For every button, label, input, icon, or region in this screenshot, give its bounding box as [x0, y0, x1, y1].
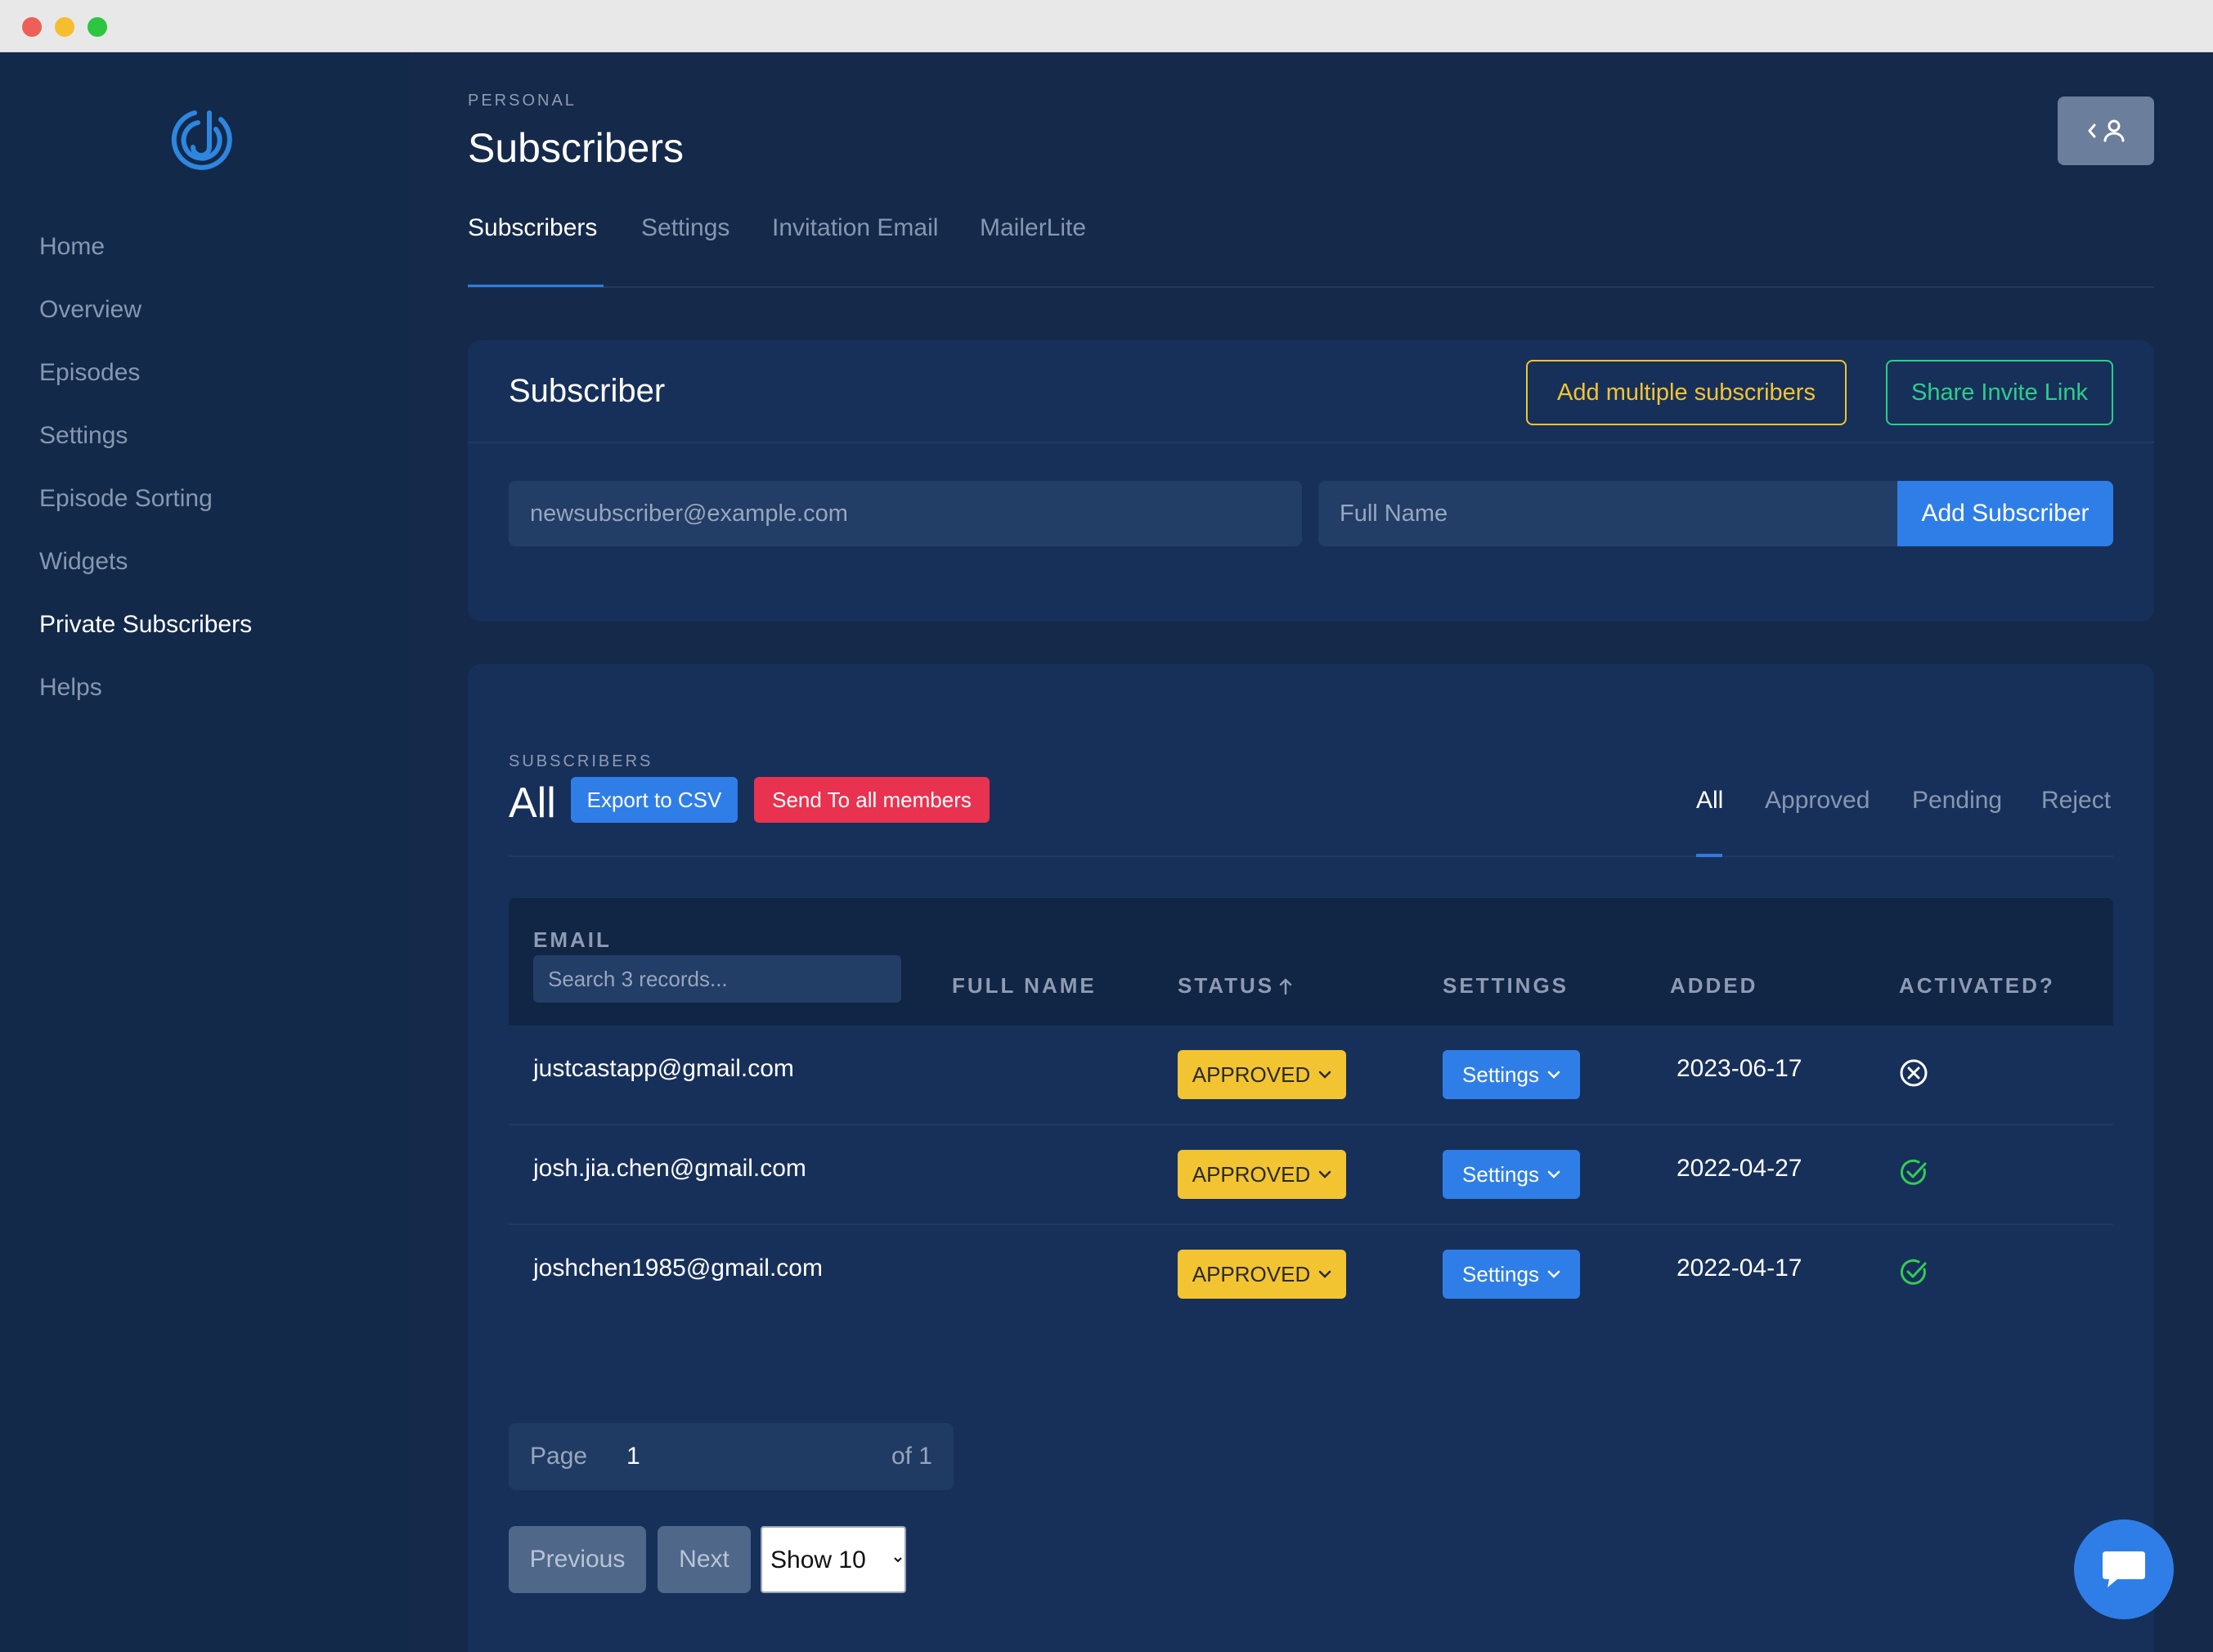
row-settings-dropdown[interactable]: Settings: [1443, 1150, 1580, 1199]
column-status-label: STATUS: [1178, 973, 1275, 998]
share-invite-link-button[interactable]: Share Invite Link: [1886, 360, 2113, 425]
active-filter-indicator: [1696, 854, 1722, 857]
previous-page-button[interactable]: Previous: [509, 1526, 646, 1593]
minimize-window-button[interactable]: [55, 17, 74, 37]
row-settings-dropdown[interactable]: Settings: [1443, 1050, 1580, 1099]
table-row: josh.jia.chen@gmail.com APPROVED Setting…: [509, 1125, 2113, 1225]
close-window-button[interactable]: [22, 17, 42, 37]
page-label: Page: [530, 1443, 588, 1470]
sidebar-item-overview[interactable]: Overview: [39, 296, 141, 324]
row-email: joshchen1985@gmail.com: [533, 1255, 823, 1282]
full-name-input[interactable]: [1318, 481, 1897, 546]
chat-bubble-icon: [2103, 1551, 2145, 1587]
status-label: APPROVED: [1192, 1261, 1311, 1286]
sidebar: Home Overview Episodes Settings Episode …: [0, 52, 409, 1652]
export-csv-button[interactable]: Export to CSV: [571, 777, 738, 823]
page-eyebrow: PERSONAL: [468, 92, 577, 110]
add-subscriber-button[interactable]: Add Subscriber: [1897, 481, 2113, 546]
maximize-window-button[interactable]: [88, 17, 107, 37]
chevron-down-icon: [1547, 1170, 1560, 1178]
next-page-button[interactable]: Next: [658, 1526, 751, 1593]
row-added-date: 2023-06-17: [1677, 1055, 1802, 1082]
sort-ascending-icon: [1279, 978, 1292, 994]
window-titlebar: [0, 0, 2213, 52]
settings-label: Settings: [1462, 1161, 1539, 1187]
filter-all[interactable]: All: [1696, 787, 1723, 815]
not-activated-icon: [1900, 1059, 1928, 1087]
table-row: justcastapp@gmail.com APPROVED Settings …: [509, 1026, 2113, 1125]
page-size-select[interactable]: Show 10: [761, 1526, 906, 1593]
user-menu-button[interactable]: [2058, 97, 2154, 165]
list-eyebrow: SUBSCRIBERS: [509, 752, 653, 770]
sidebar-item-home[interactable]: Home: [39, 233, 105, 261]
filter-pending[interactable]: Pending: [1912, 787, 2002, 815]
main-content: PERSONAL Subscribers Subscribers Setting…: [409, 52, 2213, 1652]
subscribers-list-card: SUBSCRIBERS All Export to CSV Send To al…: [468, 664, 2154, 1652]
page-number-input[interactable]: 1: [626, 1443, 640, 1470]
settings-label: Settings: [1462, 1261, 1539, 1286]
tab-subscribers[interactable]: Subscribers: [468, 214, 597, 242]
table-header: EMAIL FULL NAME STATUS SETTINGS ADDED AC…: [509, 898, 2113, 1026]
column-activated: ACTIVATED?: [1899, 973, 2055, 998]
activated-check-icon: [1900, 1159, 1927, 1185]
chevron-down-icon: [1319, 1270, 1331, 1278]
page-indicator: Page 1 of 1: [509, 1423, 954, 1490]
list-title: All: [509, 779, 556, 827]
filter-approved[interactable]: Approved: [1765, 787, 1870, 815]
filter-reject[interactable]: Reject: [2041, 787, 2111, 815]
column-settings: SETTINGS: [1443, 973, 1569, 998]
row-settings-dropdown[interactable]: Settings: [1443, 1250, 1580, 1299]
column-added[interactable]: ADDED: [1670, 973, 1757, 999]
add-subscriber-card: Subscriber Add multiple subscribers Shar…: [468, 340, 2154, 622]
row-email: justcastapp@gmail.com: [533, 1055, 794, 1082]
status-label: APPROVED: [1192, 1062, 1311, 1087]
filters-divider: [509, 855, 2113, 857]
active-tab-indicator: [468, 285, 604, 287]
status-dropdown[interactable]: APPROVED: [1178, 1250, 1346, 1299]
search-input[interactable]: [533, 955, 901, 1003]
row-added-date: 2022-04-17: [1677, 1255, 1802, 1282]
add-multiple-subscribers-button[interactable]: Add multiple subscribers: [1526, 360, 1847, 425]
app-logo[interactable]: [162, 101, 244, 183]
chevron-down-icon: [1319, 1071, 1331, 1079]
status-dropdown[interactable]: APPROVED: [1178, 1050, 1346, 1099]
chevron-down-icon: [1319, 1170, 1331, 1178]
activated-check-icon: [1900, 1259, 1927, 1285]
status-dropdown[interactable]: APPROVED: [1178, 1150, 1346, 1199]
tab-settings[interactable]: Settings: [641, 214, 729, 242]
column-email: EMAIL: [533, 927, 612, 952]
send-to-all-button[interactable]: Send To all members: [754, 777, 990, 823]
page-title: Subscribers: [468, 125, 684, 171]
row-email: josh.jia.chen@gmail.com: [533, 1155, 806, 1182]
sidebar-item-episodes[interactable]: Episodes: [39, 359, 140, 387]
page-total: of 1: [891, 1443, 932, 1470]
chat-widget-button[interactable]: [2074, 1520, 2174, 1619]
row-added-date: 2022-04-27: [1677, 1155, 1802, 1182]
table-row: joshchen1985@gmail.com APPROVED Settings…: [509, 1225, 2113, 1325]
chevron-down-icon: [1547, 1071, 1560, 1079]
chevron-down-icon: [1547, 1270, 1560, 1278]
sidebar-item-widgets[interactable]: Widgets: [39, 548, 128, 576]
tab-invitation-email[interactable]: Invitation Email: [772, 214, 938, 242]
settings-label: Settings: [1462, 1062, 1539, 1087]
divider: [468, 442, 2154, 443]
tab-bar: Subscribers Settings Invitation Email Ma…: [468, 214, 2154, 288]
column-full-name[interactable]: FULL NAME: [952, 973, 1097, 999]
status-label: APPROVED: [1192, 1161, 1311, 1187]
sidebar-item-settings[interactable]: Settings: [39, 422, 128, 450]
sidebar-item-episode-sorting[interactable]: Episode Sorting: [39, 485, 213, 513]
column-status[interactable]: STATUS: [1178, 973, 1294, 999]
sidebar-item-private-subscribers[interactable]: Private Subscribers: [39, 611, 252, 639]
email-input[interactable]: [509, 481, 1302, 546]
tab-mailerlite[interactable]: MailerLite: [980, 214, 1086, 242]
sidebar-item-helps[interactable]: Helps: [39, 674, 102, 702]
card-title: Subscriber: [509, 373, 666, 409]
user-chevron-icon: [2088, 119, 2125, 142]
